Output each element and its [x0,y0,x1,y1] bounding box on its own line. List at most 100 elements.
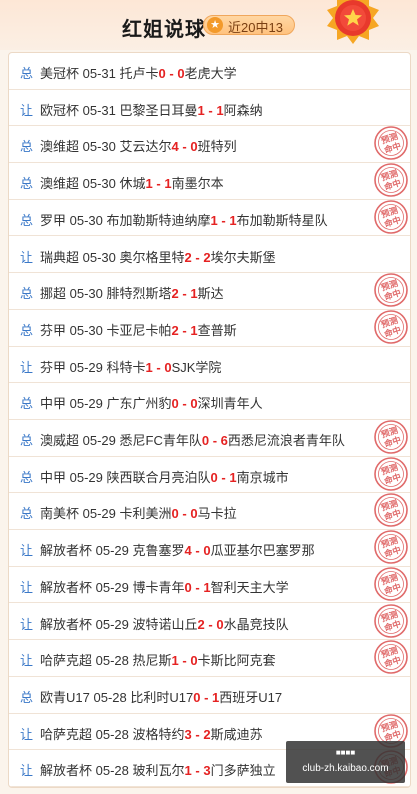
match-row[interactable]: 总美冠杯 05-31 托卢卡0 - 0老虎大学 [9,53,410,90]
away-score: 1 [229,469,237,485]
match-info: 哈萨克超 05-28 波格特约3 - 2斯咸迪苏 [40,726,263,742]
match-row[interactable]: 让欧冠杯 05-31 巴黎圣日耳曼1 - 1阿森纳 [9,90,410,127]
match-row[interactable]: 总澳维超 05-30 休城1 - 1南墨尔本 预测 命中 [9,163,410,200]
match-row[interactable]: 让哈萨克超 05-28 热尼斯1 - 0卡斯比阿克套 预测 命中 [9,640,410,677]
bet-type-label: 让 [20,543,34,559]
prediction-list: 总美冠杯 05-31 托卢卡0 - 0老虎大学让欧冠杯 05-31 巴黎圣日耳曼… [8,52,411,788]
away-team: 斯咸迪苏 [210,726,263,742]
bet-type-label: 让 [20,579,34,595]
hit-stamp-icon: 预测命中 [374,199,408,234]
bet-type-label: 总 [20,689,34,705]
match-info: 解放者杯 05-28 玻利瓦尔1 - 3门多萨独立 [40,763,276,779]
home-team: 卡亚尼卡帕 [106,322,172,338]
match-row[interactable]: 让解放者杯 05-29 克鲁塞罗4 - 0瓜亚基尔巴塞罗那 预测 命中 [9,530,410,567]
page-title: 红姐说球 [122,19,206,41]
bet-type-label: 总 [20,469,34,485]
home-score: 1 [210,212,218,228]
away-score: 0 [164,359,172,375]
away-team: 瓜亚基尔巴塞罗那 [210,543,315,559]
away-score: 0 [203,543,211,559]
match-row[interactable]: 总欧青U17 05-28 比利时U170 - 1西班牙U17 [9,677,410,714]
hit-stamp-icon: 预测命中 [374,493,408,528]
away-score: 1 [203,579,211,595]
match-league: 南美杯 [40,506,80,522]
home-score: 0 [171,396,179,412]
match-league: 哈萨克超 [40,726,93,742]
home-score: 0 [201,433,210,448]
bet-type-label: 让 [20,653,34,669]
match-row[interactable]: 让解放者杯 05-29 波特诺山丘2 - 0水晶竞技队 预测 命中 [9,603,410,641]
match-info: 中甲 05-29 广东广州豹0 - 0深圳青年人 [40,396,263,412]
match-row[interactable]: 总罗甲 05-30 布加勒斯特迪纳摩1 - 1布加勒斯特星队 预测 命中 [9,199,410,237]
home-score: 4 [184,543,192,559]
match-date: 05-28 [93,689,127,705]
bet-type-label: 总 [20,66,34,81]
match-league: 中甲 [40,396,67,412]
away-team: 智利天主大学 [210,579,289,595]
home-team: 布加勒斯特迪纳摩 [106,212,211,228]
match-league: 解放者杯 [40,579,93,595]
match-row[interactable]: 总挪超 05-30 腓特烈斯塔2 - 1斯达 预测 命中 [9,273,410,310]
home-team: 陕西联合月亮泊队 [106,469,211,485]
away-score: 1 [164,176,172,192]
match-info: 解放者杯 05-29 博卡青年0 - 1智利天主大学 [40,579,289,595]
match-row[interactable]: 总芬甲 05-30 卡亚尼卡帕2 - 1查普斯 预测 命中 [9,310,410,347]
bet-type-label: 让 [20,616,34,632]
match-date: 05-30 [82,249,116,265]
away-score: 2 [203,249,211,265]
home-score: 2 [197,616,205,632]
away-team: 班特列 [197,139,237,155]
bet-type-label: 让 [20,249,34,265]
away-team: 西班牙U17 [219,689,283,705]
hit-stamp-icon: 预测命中 [374,640,408,674]
match-row[interactable]: 总南美杯 05-29 卡利美洲0 - 0马卡拉 预测 命中 [9,493,410,531]
away-team: SJK学院 [171,359,222,375]
away-score: 1 [190,286,198,302]
match-date: 05-30 [69,286,103,302]
watermark-url: club-zh.kaibao.com [302,763,389,774]
home-team: 巴黎圣日耳曼 [119,102,198,118]
bet-type-label: 让 [20,726,34,742]
match-info: 欧青U17 05-28 比利时U170 - 1西班牙U17 [40,689,283,705]
away-score: 3 [203,763,211,779]
match-row[interactable]: 让解放者杯 05-29 博卡青年0 - 1智利天主大学 预测 命中 [9,566,410,604]
away-team: 门多萨独立 [210,763,276,779]
match-info: 芬甲 05-29 科特卡1 - 0SJK学院 [40,359,222,375]
away-score: 0 [216,616,224,632]
match-league: 芬甲 [40,322,67,338]
match-row[interactable]: 让瑞典超 05-30 奥尔格里特2 - 2埃尔夫斯堡 [9,237,410,274]
match-date: 05-29 [69,469,103,485]
away-team: 南墨尔本 [171,176,224,192]
match-info: 瑞典超 05-30 奥尔格里特2 - 2埃尔夫斯堡 [40,249,276,265]
bet-type-label: 让 [20,359,34,375]
match-row[interactable]: 让芬甲 05-29 科特卡1 - 0SJK学院 [9,347,410,384]
match-row[interactable]: 总中甲 05-29 陕西联合月亮泊队0 - 1南京城市 预测 命中 [9,456,410,494]
match-date: 05-30 [69,322,103,338]
home-team: 波格特约 [132,726,185,742]
match-row[interactable]: 总中甲 05-29 广东广州豹0 - 0深圳青年人 [9,383,410,420]
bet-type-label: 让 [20,102,34,118]
match-info: 美冠杯 05-31 托卢卡0 - 0老虎大学 [40,66,237,81]
away-score: 6 [220,433,228,448]
match-info: 澳维超 05-30 艾云达尔4 - 0班特列 [40,139,237,155]
match-league: 澳维超 [40,176,80,192]
home-team: 比利时U17 [130,689,194,705]
home-team: 悉尼FC青年队 [119,433,202,448]
match-info: 哈萨克超 05-28 热尼斯1 - 0卡斯比阿克套 [40,653,276,669]
home-score: 3 [184,726,192,742]
away-score: 0 [190,506,198,522]
match-info: 澳维超 05-30 休城1 - 1南墨尔本 [40,176,224,192]
hit-stamp-icon: 预测命中 [374,126,408,161]
match-date: 05-28 [95,653,129,669]
match-info: 罗甲 05-30 布加勒斯特迪纳摩1 - 1布加勒斯特星队 [40,212,328,228]
match-info: 解放者杯 05-29 波特诺山丘2 - 0水晶竞技队 [40,616,289,632]
home-team: 广东广州豹 [106,396,172,412]
star-icon: ★ [207,17,223,33]
match-league: 解放者杯 [40,543,93,559]
bet-type-label: 总 [20,212,34,228]
match-row[interactable]: 总澳威超 05-29 悉尼FC青年队0 - 6西悉尼流浪者青年队 预测 命中 [9,420,410,457]
hit-stamp-icon: 预测命中 [374,530,408,564]
match-info: 澳威超 05-29 悉尼FC青年队0 - 6西悉尼流浪者青年队 [40,433,345,448]
hit-stamp-icon: 预测命中 [374,456,408,491]
match-row[interactable]: 总澳维超 05-30 艾云达尔4 - 0班特列 预测 命中 [9,126,410,164]
